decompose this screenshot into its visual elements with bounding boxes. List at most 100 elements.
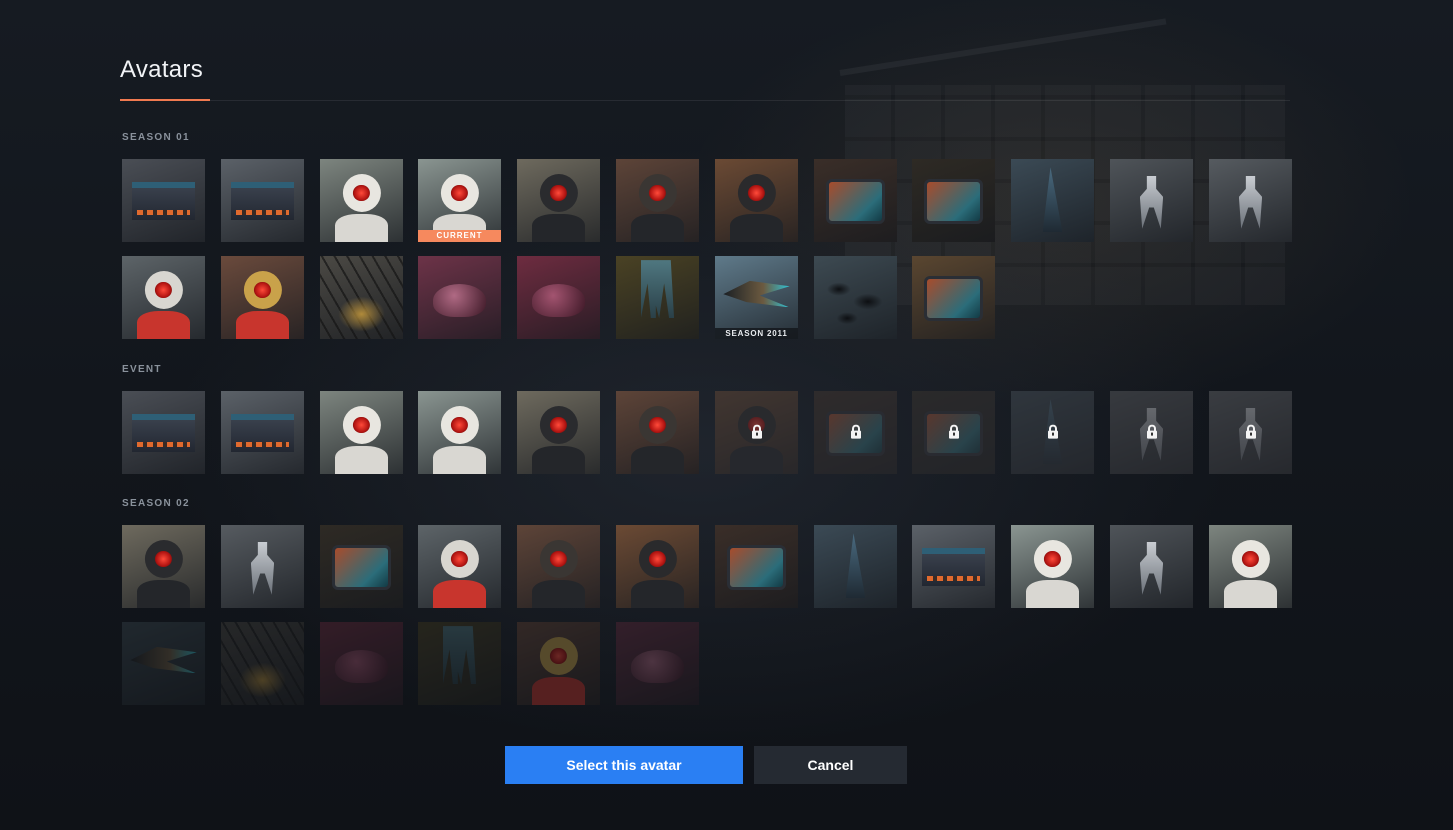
avatar-tile[interactable]: [517, 256, 600, 339]
avatar-tile[interactable]: [122, 622, 205, 705]
avatar-tile[interactable]: [418, 391, 501, 474]
avatar-tile[interactable]: [814, 159, 897, 242]
avatar-body-shape: [334, 445, 389, 474]
avatar-tile[interactable]: [517, 159, 600, 242]
section-label-season-02: SEASON 02: [122, 498, 190, 509]
avatar-tile[interactable]: [517, 525, 600, 608]
avatar-tile[interactable]: [912, 525, 995, 608]
section-label-event: EVENT: [122, 364, 162, 375]
avatar-body-shape: [630, 579, 685, 608]
avatar-tile[interactable]: [320, 256, 403, 339]
fade-overlay: [221, 622, 304, 705]
fade-overlay: [320, 622, 403, 705]
avatar-tile[interactable]: [418, 256, 501, 339]
fade-overlay: [418, 622, 501, 705]
avatar-tile[interactable]: [814, 525, 897, 608]
avatar-tile[interactable]: [1110, 159, 1193, 242]
avatar-cube-shape: [131, 414, 196, 453]
avatar-body-shape: [531, 213, 586, 242]
avatar-cube-shape: [131, 182, 196, 221]
avatar-tile: [1110, 391, 1193, 474]
avatar-cube-shape: [230, 414, 295, 453]
avatar-tile[interactable]: [1209, 525, 1292, 608]
background-beam-decor: [839, 18, 1167, 76]
avatar-tile[interactable]: [616, 622, 699, 705]
lock-icon: [1146, 424, 1157, 439]
avatar-tile[interactable]: [221, 525, 304, 608]
avatar-body-shape: [531, 579, 586, 608]
avatar-cube-shape: [230, 182, 295, 221]
avatar-tile[interactable]: [320, 159, 403, 242]
fade-overlay: [616, 622, 699, 705]
avatar-cube-shape: [921, 548, 986, 587]
avatar-tile[interactable]: SEASON 2011: [715, 256, 798, 339]
avatar-body-shape: [729, 213, 784, 242]
avatar-tile[interactable]: [616, 256, 699, 339]
avatar-tile[interactable]: [221, 256, 304, 339]
avatar-tile[interactable]: [517, 391, 600, 474]
current-badge: CURRENT: [418, 230, 501, 242]
avatar-tile[interactable]: [221, 622, 304, 705]
avatar-body-shape: [432, 579, 487, 608]
avatar-body-shape: [630, 445, 685, 474]
avatar-tile[interactable]: [221, 159, 304, 242]
avatar-screen-shape: [923, 178, 984, 224]
avatar-tile: [1209, 391, 1292, 474]
lock-icon: [948, 424, 959, 439]
avatar-tile[interactable]: [320, 622, 403, 705]
avatar-body-shape: [432, 445, 487, 474]
avatar-tile: [912, 391, 995, 474]
lock-icon: [1245, 424, 1256, 439]
avatar-body-shape: [1025, 579, 1080, 608]
avatar-tile[interactable]: [912, 159, 995, 242]
avatar-tile[interactable]: [320, 525, 403, 608]
avatar-tile: [814, 391, 897, 474]
title-divider: [120, 100, 1290, 101]
avatar-blob-shape: [531, 284, 586, 318]
avatar-tile[interactable]: [320, 391, 403, 474]
lock-icon: [850, 424, 861, 439]
title-underline-accent: [120, 99, 210, 101]
avatar-tile[interactable]: [122, 391, 205, 474]
section-label-season-01: SEASON 01: [122, 132, 190, 143]
avatar-tile[interactable]: [616, 391, 699, 474]
avatar-tile[interactable]: [1110, 525, 1193, 608]
avatar-tile[interactable]: [715, 525, 798, 608]
avatar-tile[interactable]: [715, 159, 798, 242]
avatar-tile[interactable]: [122, 256, 205, 339]
avatar-tile[interactable]: [418, 622, 501, 705]
avatar-screen-shape: [825, 178, 886, 224]
avatar-tile[interactable]: [814, 256, 897, 339]
avatar-tile[interactable]: [122, 525, 205, 608]
avatar-tile[interactable]: [912, 256, 995, 339]
avatar-body-shape: [235, 310, 290, 339]
avatar-tile[interactable]: [616, 525, 699, 608]
fade-overlay: [122, 622, 205, 705]
avatar-tile[interactable]: [122, 159, 205, 242]
avatar-body-shape: [334, 213, 389, 242]
avatar-tile[interactable]: [1209, 159, 1292, 242]
season-badge: SEASON 2011: [715, 328, 798, 339]
avatar-screen-shape: [726, 544, 787, 590]
avatar-body-shape: [136, 579, 191, 608]
avatar-tile[interactable]: [1011, 159, 1094, 242]
select-avatar-button[interactable]: Select this avatar: [505, 746, 743, 784]
lock-icon: [751, 424, 762, 439]
avatar-tile[interactable]: [616, 159, 699, 242]
avatar-tile: [1011, 391, 1094, 474]
avatar-body-shape: [531, 445, 586, 474]
avatar-blob-shape: [432, 284, 487, 318]
page-title: Avatars: [120, 56, 204, 83]
avatar-body-shape: [1223, 579, 1278, 608]
avatar-body-shape: [136, 310, 191, 339]
cancel-button[interactable]: Cancel: [754, 746, 907, 784]
avatar-tile[interactable]: CURRENT: [418, 159, 501, 242]
avatar-tile[interactable]: [221, 391, 304, 474]
avatar-wires-shape: [320, 256, 403, 339]
avatar-rocks-shape: [814, 256, 897, 339]
avatar-tile[interactable]: [418, 525, 501, 608]
avatar-tile[interactable]: [517, 622, 600, 705]
avatar-tile[interactable]: [1011, 525, 1094, 608]
avatar-tile: [715, 391, 798, 474]
avatar-screen-shape: [923, 275, 984, 321]
